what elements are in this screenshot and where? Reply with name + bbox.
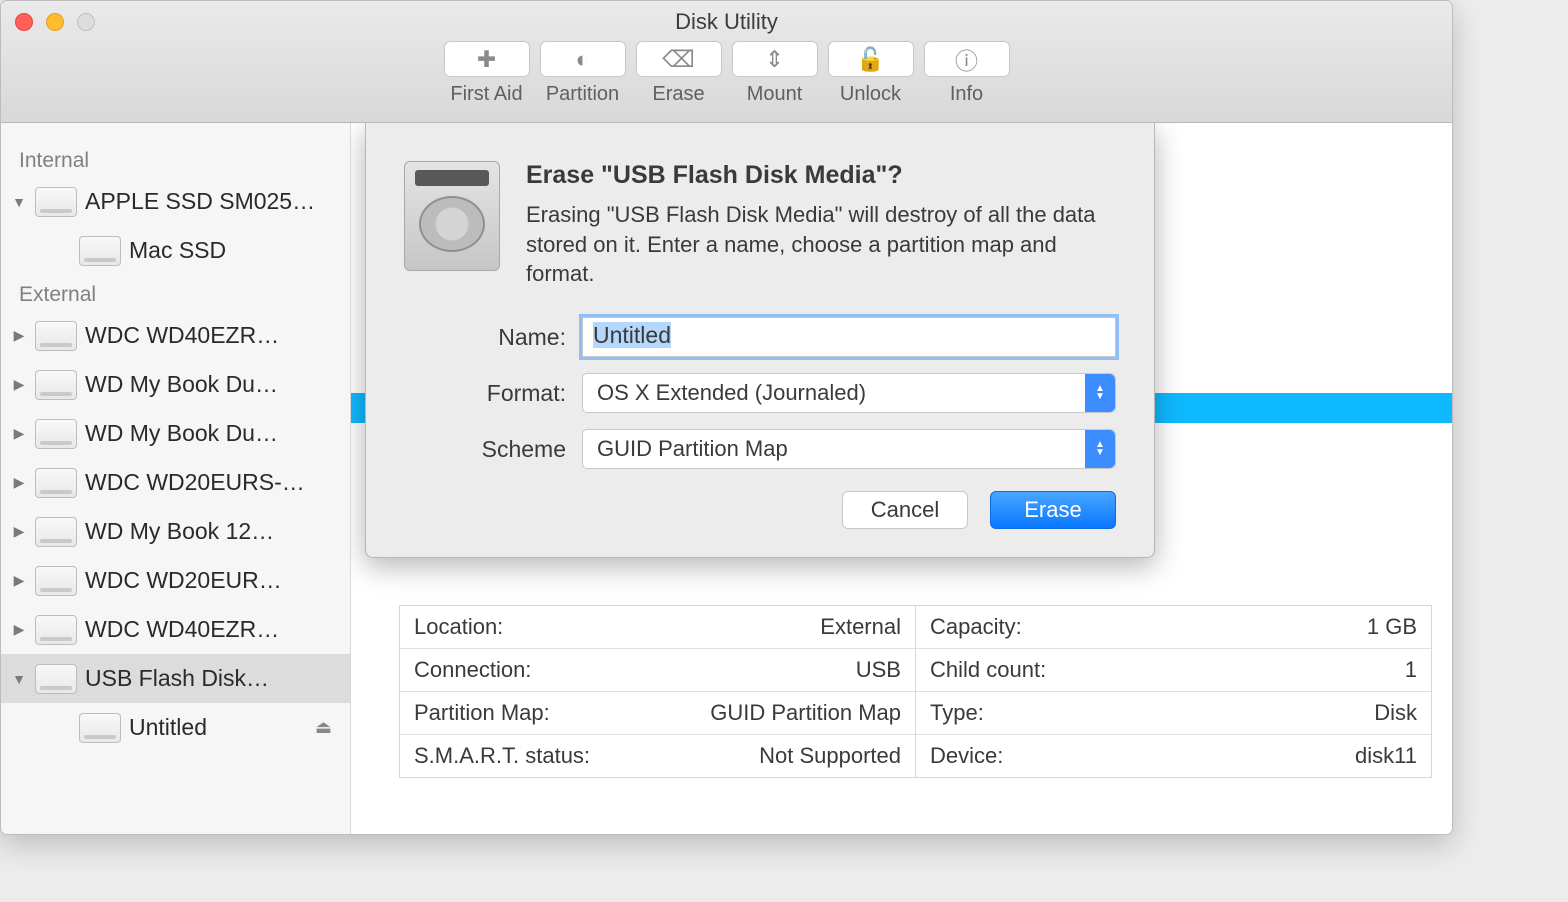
info-icon: ⓘ xyxy=(955,42,978,76)
info-value: 1 GB xyxy=(1367,614,1417,640)
window-body: Internal ▼ APPLE SSD SM025… Mac SSD Exte… xyxy=(1,123,1452,834)
info-key: S.M.A.R.T. status: xyxy=(414,743,590,769)
info-value: Disk xyxy=(1374,700,1417,726)
sidebar-item-label: WD My Book Du… xyxy=(85,371,278,398)
sidebar-item-usb-flash[interactable]: ▼ USB Flash Disk… xyxy=(1,654,350,703)
info-key: Partition Map: xyxy=(414,700,550,726)
disclosure-triangle-icon[interactable]: ▶ xyxy=(11,474,27,491)
toolbar-erase[interactable]: ⌫ Erase xyxy=(636,41,722,106)
eject-icon[interactable]: ⏏ xyxy=(315,717,332,738)
disk-icon xyxy=(35,321,77,351)
disclosure-triangle-icon[interactable]: ▼ xyxy=(11,671,27,687)
name-label: Name: xyxy=(454,324,566,351)
info-key: Child count: xyxy=(930,657,1046,683)
sidebar-item-label: WD My Book Du… xyxy=(85,420,278,447)
window-title: Disk Utility xyxy=(1,1,1452,35)
sidebar-item-external-disk[interactable]: ▶ WDC WD40EZR… xyxy=(1,605,350,654)
sidebar-item-external-disk[interactable]: ▶ WD My Book Du… xyxy=(1,409,350,458)
sidebar-item-label: WD My Book 12… xyxy=(85,518,274,545)
info-value: USB xyxy=(856,657,901,683)
chevron-updown-icon: ▲▼ xyxy=(1085,430,1115,468)
cancel-button[interactable]: Cancel xyxy=(842,491,968,529)
info-value: GUID Partition Map xyxy=(710,700,901,726)
titlebar: Disk Utility ✚ First Aid ◐ Partition ⌫ E… xyxy=(1,1,1452,123)
scheme-select[interactable]: GUID Partition Map ▲▼ xyxy=(582,429,1116,469)
name-input[interactable]: Untitled xyxy=(582,317,1116,357)
disclosure-triangle-icon[interactable]: ▶ xyxy=(11,523,27,540)
sidebar-item-label: WDC WD20EUR… xyxy=(85,567,282,594)
info-key: Connection: xyxy=(414,657,531,683)
sidebar-item-external-disk[interactable]: ▶ WDC WD40EZR… xyxy=(1,311,350,360)
info-key: Location: xyxy=(414,614,503,640)
format-label: Format: xyxy=(454,380,566,407)
info-key: Capacity: xyxy=(930,614,1022,640)
close-window-button[interactable] xyxy=(15,13,33,31)
sidebar-item-label: Untitled xyxy=(129,714,207,741)
disclosure-triangle-icon[interactable]: ▼ xyxy=(11,194,27,210)
mount-icon: ⇕ xyxy=(765,46,784,73)
sidebar-item-label: USB Flash Disk… xyxy=(85,665,269,692)
disk-utility-window: Disk Utility ✚ First Aid ◐ Partition ⌫ E… xyxy=(0,0,1453,835)
sidebar-item-external-disk[interactable]: ▶ WDC WD20EUR… xyxy=(1,556,350,605)
info-value: disk11 xyxy=(1355,743,1417,769)
lock-icon: 🔓 xyxy=(856,46,885,73)
disk-info-table: Location: External Connection: USB Partiti… xyxy=(399,605,1432,778)
toolbar-mount[interactable]: ⇕ Mount xyxy=(732,41,818,106)
sidebar-item-label: WDC WD40EZR… xyxy=(85,616,279,643)
disk-icon xyxy=(35,419,77,449)
disclosure-triangle-icon[interactable]: ▶ xyxy=(11,327,27,344)
sidebar-item-external-disk[interactable]: ▶ WD My Book 12… xyxy=(1,507,350,556)
sidebar-item-external-disk[interactable]: ▶ WDC WD20EURS-… xyxy=(1,458,350,507)
sidebar: Internal ▼ APPLE SSD SM025… Mac SSD Exte… xyxy=(1,123,351,834)
disclosure-triangle-icon[interactable]: ▶ xyxy=(11,572,27,589)
sidebar-section-internal: Internal xyxy=(1,141,350,177)
sidebar-item-volume[interactable]: Untitled ⏏ xyxy=(1,703,350,752)
info-key: Device: xyxy=(930,743,1003,769)
erase-icon: ⌫ xyxy=(662,46,695,73)
sidebar-item-label: Mac SSD xyxy=(129,237,226,264)
disk-icon xyxy=(35,370,77,400)
format-select[interactable]: OS X Extended (Journaled) ▲▼ xyxy=(582,373,1116,413)
toolbar-unlock[interactable]: 🔓 Unlock xyxy=(828,41,914,106)
disk-icon xyxy=(35,664,77,694)
partition-icon: ◐ xyxy=(576,46,590,73)
toolbar-partition[interactable]: ◐ Partition xyxy=(540,41,626,106)
sidebar-item-label: WDC WD40EZR… xyxy=(85,322,279,349)
main-pane: Location: External Connection: USB Partiti… xyxy=(351,123,1452,834)
erase-button[interactable]: Erase xyxy=(990,491,1116,529)
toolbar-firstaid[interactable]: ✚ First Aid xyxy=(444,41,530,106)
toolbar-info[interactable]: ⓘ Info xyxy=(924,41,1010,106)
sidebar-section-external: External xyxy=(1,275,350,311)
stethoscope-icon: ✚ xyxy=(477,46,496,73)
disk-icon xyxy=(35,517,77,547)
scheme-label: Scheme xyxy=(454,436,566,463)
disk-icon xyxy=(35,468,77,498)
disk-icon xyxy=(79,236,121,266)
disk-icon xyxy=(79,713,121,743)
sidebar-item-volume[interactable]: Mac SSD xyxy=(1,226,350,275)
erase-sheet: Erase "USB Flash Disk Media"? Erasing "U… xyxy=(365,123,1155,558)
minimize-window-button[interactable] xyxy=(46,13,64,31)
info-value: 1 xyxy=(1405,657,1417,683)
sheet-message: Erasing "USB Flash Disk Media" will dest… xyxy=(526,200,1116,289)
sidebar-item-label: WDC WD20EURS-… xyxy=(85,469,305,496)
zoom-window-button[interactable] xyxy=(77,13,95,31)
disclosure-triangle-icon[interactable]: ▶ xyxy=(11,425,27,442)
info-value: External xyxy=(820,614,901,640)
disk-icon xyxy=(35,615,77,645)
disclosure-triangle-icon[interactable]: ▶ xyxy=(11,376,27,393)
toolbar: ✚ First Aid ◐ Partition ⌫ Erase ⇕ Mount … xyxy=(1,41,1452,106)
sidebar-item-label: APPLE SSD SM025… xyxy=(85,188,315,215)
sheet-title: Erase "USB Flash Disk Media"? xyxy=(526,161,1116,190)
window-traffic-lights[interactable] xyxy=(15,13,95,31)
disk-icon xyxy=(35,566,77,596)
sidebar-item-external-disk[interactable]: ▶ WD My Book Du… xyxy=(1,360,350,409)
harddrive-icon xyxy=(404,161,500,271)
sidebar-item-internal-disk[interactable]: ▼ APPLE SSD SM025… xyxy=(1,177,350,226)
disk-icon xyxy=(35,187,77,217)
info-value: Not Supported xyxy=(759,743,901,769)
info-key: Type: xyxy=(930,700,984,726)
chevron-updown-icon: ▲▼ xyxy=(1085,374,1115,412)
disclosure-triangle-icon[interactable]: ▶ xyxy=(11,621,27,638)
